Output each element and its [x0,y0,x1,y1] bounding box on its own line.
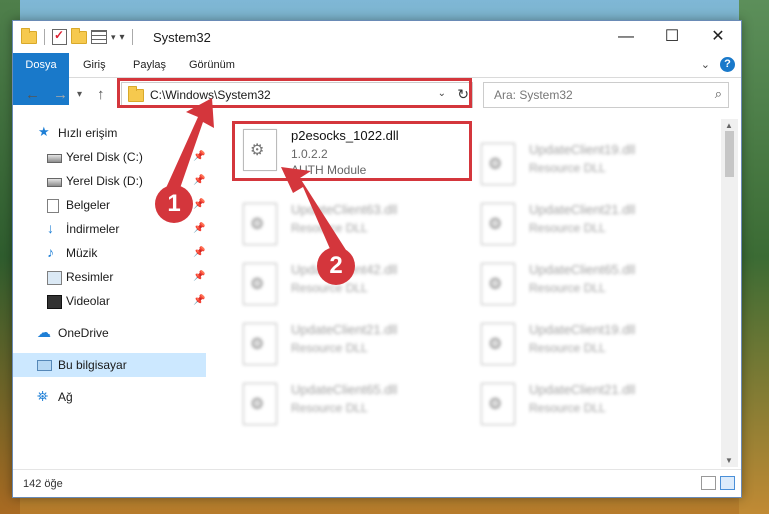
arrow-1 [166,98,214,194]
step-badge-2: 2 [317,247,355,285]
arrow-2 [281,167,346,258]
step-badge-1: 1 [155,185,193,223]
annotation-arrows [166,98,346,258]
